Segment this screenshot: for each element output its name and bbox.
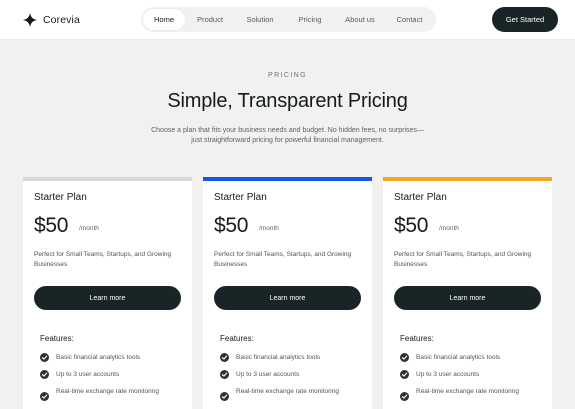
plan-description: Perfect for Small Teams, Startups, and G… bbox=[34, 251, 172, 268]
page-subtitle: Choose a plan that fits your business ne… bbox=[151, 127, 424, 144]
check-icon bbox=[400, 353, 409, 362]
feature-text: Up to 3 user accounts bbox=[56, 371, 120, 378]
feature-text: Real-time exchange rate monitoring bbox=[56, 388, 159, 395]
check-icon bbox=[220, 370, 229, 379]
check-icon bbox=[220, 353, 229, 362]
feature-item: Basic financial analytics tools bbox=[400, 353, 540, 363]
feature-text: Basic financial analytics tools bbox=[236, 354, 321, 361]
learn-more-button[interactable]: Learn more bbox=[394, 286, 541, 310]
features-heading: Features: bbox=[400, 334, 434, 343]
check-icon bbox=[400, 370, 409, 379]
plan-price: $50 bbox=[394, 214, 429, 237]
plan-price: $50 bbox=[214, 214, 249, 237]
features-heading: Features: bbox=[220, 334, 254, 343]
feature-item: Basic financial analytics tools bbox=[220, 353, 360, 363]
get-started-button[interactable]: Get Started bbox=[492, 7, 558, 32]
brand-logo[interactable]: Corevia bbox=[22, 11, 80, 29]
main-nav: Home Product Solution Pricing About us C… bbox=[141, 7, 436, 32]
feature-item: Real-time exchange rate monitoring bbox=[220, 387, 360, 401]
nav-item-product[interactable]: Product bbox=[185, 9, 235, 30]
features-heading: Features: bbox=[40, 334, 74, 343]
check-icon bbox=[220, 392, 229, 401]
card-accent-bar bbox=[203, 177, 372, 181]
plan-period: /month bbox=[439, 225, 459, 232]
feature-text: Basic financial analytics tools bbox=[416, 354, 501, 361]
plan-period: /month bbox=[259, 225, 279, 232]
check-icon bbox=[400, 392, 409, 401]
top-navbar: Corevia Home Product Solution Pricing Ab… bbox=[0, 0, 575, 40]
feature-item: Real-time exchange rate monitoring bbox=[400, 387, 540, 401]
plan-period: /month bbox=[79, 225, 99, 232]
plan-name: Starter Plan bbox=[34, 192, 87, 203]
plan-name: Starter Plan bbox=[394, 192, 447, 203]
feature-text: Basic financial analytics tools bbox=[56, 354, 141, 361]
plan-name: Starter Plan bbox=[214, 192, 267, 203]
nav-item-pricing[interactable]: Pricing bbox=[285, 9, 335, 30]
feature-item: Up to 3 user accounts bbox=[220, 370, 360, 380]
section-eyebrow: PRICING bbox=[268, 72, 307, 79]
check-icon bbox=[40, 370, 49, 379]
feature-list: Basic financial analytics tools Up to 3 … bbox=[400, 353, 540, 404]
check-icon bbox=[40, 392, 49, 401]
feature-text: Up to 3 user accounts bbox=[416, 371, 480, 378]
pricing-card-2: Starter Plan $50 /month Perfect for Smal… bbox=[203, 177, 372, 409]
learn-more-button[interactable]: Learn more bbox=[214, 286, 361, 310]
feature-text: Real-time exchange rate monitoring bbox=[416, 388, 519, 395]
check-icon bbox=[40, 353, 49, 362]
feature-item: Real-time exchange rate monitoring bbox=[40, 387, 180, 401]
card-accent-bar bbox=[383, 177, 552, 181]
feature-item: Basic financial analytics tools bbox=[40, 353, 180, 363]
feature-item: Up to 3 user accounts bbox=[400, 370, 540, 380]
plan-description: Perfect for Small Teams, Startups, and G… bbox=[394, 251, 532, 268]
nav-item-contact[interactable]: Contact bbox=[385, 9, 434, 30]
nav-item-solution[interactable]: Solution bbox=[235, 9, 285, 30]
learn-more-button[interactable]: Learn more bbox=[34, 286, 181, 310]
plan-price: $50 bbox=[34, 214, 69, 237]
nav-item-about-us[interactable]: About us bbox=[335, 9, 385, 30]
nav-item-home[interactable]: Home bbox=[143, 9, 185, 30]
feature-item: Up to 3 user accounts bbox=[40, 370, 180, 380]
feature-list: Basic financial analytics tools Up to 3 … bbox=[40, 353, 180, 404]
plan-description: Perfect for Small Teams, Startups, and G… bbox=[214, 251, 352, 268]
brand-name: Corevia bbox=[43, 14, 80, 26]
feature-text: Up to 3 user accounts bbox=[236, 371, 300, 378]
plus-star-icon bbox=[22, 12, 38, 28]
pricing-card-1: Starter Plan $50 /month Perfect for Smal… bbox=[23, 177, 192, 409]
page-title: Simple, Transparent Pricing bbox=[167, 90, 408, 112]
pricing-card-3: Starter Plan $50 /month Perfect for Smal… bbox=[383, 177, 552, 409]
feature-list: Basic financial analytics tools Up to 3 … bbox=[220, 353, 360, 404]
card-accent-bar bbox=[23, 177, 192, 181]
feature-text: Real-time exchange rate monitoring bbox=[236, 388, 339, 395]
